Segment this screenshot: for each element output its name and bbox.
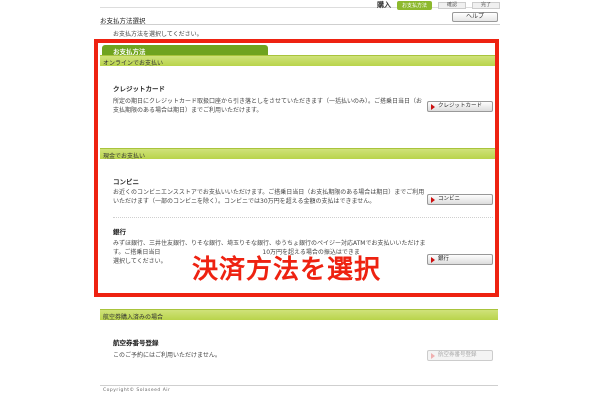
section-voucher: 航空券購入済みの場合 (100, 309, 498, 321)
voucher-button[interactable]: 航空券番号登録 (427, 350, 493, 361)
instruction-text: お支払方法を選択してください。 (113, 31, 203, 38)
purchase-steps: 購入 お支払方法 確認 完了 (318, 0, 500, 10)
steps-label: 購入 (376, 1, 391, 9)
section-voucher-label: 航空券購入済みの場合 (103, 314, 164, 321)
step-confirm: 確認 (437, 1, 466, 9)
step-current: お支払方法 (396, 0, 432, 10)
voucher-description: このご予約にはご利用いただけません。 (113, 352, 221, 359)
copyright-text: Copyright© Solaseed Air (103, 388, 171, 393)
arrow-right-icon (431, 353, 435, 359)
voucher-button-label: 航空券番号登録 (438, 352, 477, 358)
title-divider (100, 24, 500, 25)
voucher-title: 航空券番号登録 (113, 339, 159, 347)
step-complete: 完了 (471, 1, 500, 9)
help-button[interactable]: ヘルプ (452, 12, 498, 22)
overlay-caption: 決済方法を選択 (192, 255, 382, 285)
footer-divider (100, 385, 498, 386)
